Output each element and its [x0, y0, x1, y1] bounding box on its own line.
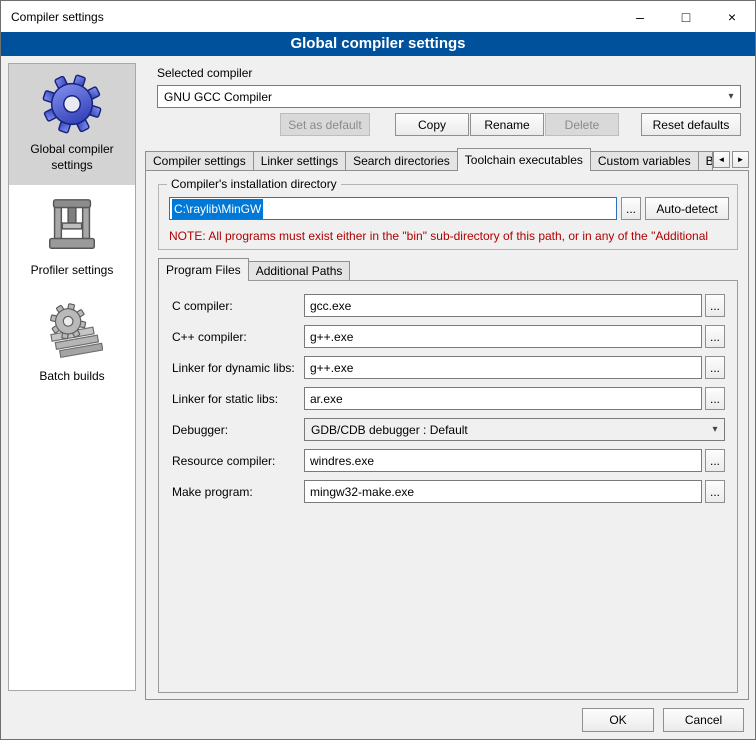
settings-category-list: Global compiler settings Profiler settin…	[8, 63, 136, 691]
cancel-button[interactable]: Cancel	[663, 708, 744, 732]
ok-button[interactable]: OK	[582, 708, 654, 732]
c-compiler-input[interactable]	[304, 294, 702, 317]
sidebar-item-profiler-settings[interactable]: Profiler settings	[9, 185, 135, 291]
tab-linker-settings[interactable]: Linker settings	[253, 151, 346, 170]
debugger-select-value: GDB/CDB debugger : Default	[305, 423, 706, 437]
set-as-default-button: Set as default	[280, 113, 370, 136]
sidebar-item-label: Profiler settings	[31, 263, 114, 279]
installation-directory-group: Compiler's installation directory C:\ray…	[158, 184, 738, 250]
debugger-label: Debugger:	[172, 423, 304, 437]
chevron-down-icon: ▾	[722, 91, 740, 102]
maximize-button[interactable]: □	[663, 1, 709, 32]
minimize-button[interactable]: –	[617, 1, 663, 32]
program-tabs: Program Files Additional Paths	[158, 260, 350, 280]
dynamic-linker-label: Linker for dynamic libs:	[172, 361, 304, 375]
tab-additional-paths[interactable]: Additional Paths	[248, 261, 351, 280]
make-program-browse-button[interactable]: ...	[705, 480, 725, 503]
toolchain-executables-panel: Compiler's installation directory C:\ray…	[145, 170, 749, 700]
dynamic-linker-browse-button[interactable]: ...	[705, 356, 725, 379]
program-files-panel: C compiler: ... C++ compiler: ... Linker…	[158, 280, 738, 693]
tab-scroll-left-button[interactable]: ◄	[713, 151, 730, 168]
chevron-down-icon: ▾	[706, 424, 724, 435]
dynamic-linker-input[interactable]	[304, 356, 702, 379]
make-program-label: Make program:	[172, 485, 304, 499]
cpp-compiler-label: C++ compiler:	[172, 330, 304, 344]
tab-build-options[interactable]: Build	[698, 151, 713, 170]
compiler-select[interactable]: GNU GCC Compiler ▾	[157, 85, 741, 108]
compiler-buttons-row: Set as default Copy Rename Delete Reset …	[157, 113, 741, 136]
resource-compiler-browse-button[interactable]: ...	[705, 449, 725, 472]
tab-search-directories[interactable]: Search directories	[345, 151, 458, 170]
compiler-tabs: Compiler settings Linker settings Search…	[145, 148, 749, 170]
c-compiler-label: C compiler:	[172, 299, 304, 313]
tab-scroll-controls: ◄ ►	[713, 151, 749, 168]
window-controls: – □ ×	[617, 1, 755, 32]
installation-directory-row: C:\raylib\MinGW ... Auto-detect	[169, 197, 729, 220]
titlebar: Compiler settings – □ ×	[1, 1, 755, 32]
resource-compiler-label: Resource compiler:	[172, 454, 304, 468]
reset-defaults-button[interactable]: Reset defaults	[641, 113, 741, 136]
form-row: C compiler: ...	[172, 294, 725, 317]
rename-button[interactable]: Rename	[470, 113, 544, 136]
install-dir-value: C:\raylib\MinGW	[172, 199, 263, 219]
page-title: Global compiler settings	[1, 32, 755, 56]
tab-custom-variables[interactable]: Custom variables	[590, 151, 699, 170]
static-linker-input[interactable]	[304, 387, 702, 410]
form-row: Resource compiler: ...	[172, 449, 725, 472]
cpp-compiler-input[interactable]	[304, 325, 702, 348]
sidebar-item-label: Batch builds	[39, 369, 104, 385]
close-button[interactable]: ×	[709, 1, 755, 32]
selected-compiler-label: Selected compiler	[157, 66, 252, 80]
gray-gear-stack-icon	[41, 300, 103, 362]
compiler-settings-window: Compiler settings – □ × Global compiler …	[0, 0, 756, 740]
form-row: Make program: ...	[172, 480, 725, 503]
form-row: Debugger: GDB/CDB debugger : Default ▾	[172, 418, 725, 441]
install-dir-browse-button[interactable]: ...	[621, 197, 641, 220]
window-title: Compiler settings	[1, 10, 104, 24]
c-compiler-browse-button[interactable]: ...	[705, 294, 725, 317]
make-program-input[interactable]	[304, 480, 702, 503]
delete-button: Delete	[545, 113, 619, 136]
resource-compiler-input[interactable]	[304, 449, 702, 472]
sidebar-item-label: Global compiler settings	[12, 142, 132, 173]
bin-subdirectory-note: NOTE: All programs must exist either in …	[169, 229, 737, 243]
tab-toolchain-executables[interactable]: Toolchain executables	[457, 148, 591, 171]
sidebar-item-global-compiler-settings[interactable]: Global compiler settings	[9, 64, 135, 185]
static-linker-browse-button[interactable]: ...	[705, 387, 725, 410]
form-row: Linker for dynamic libs: ...	[172, 356, 725, 379]
form-row: Linker for static libs: ...	[172, 387, 725, 410]
tab-compiler-settings[interactable]: Compiler settings	[145, 151, 254, 170]
static-linker-label: Linker for static libs:	[172, 392, 304, 406]
cpp-compiler-browse-button[interactable]: ...	[705, 325, 725, 348]
tab-scroll-right-button[interactable]: ►	[732, 151, 749, 168]
install-dir-input[interactable]: C:\raylib\MinGW	[169, 197, 617, 220]
sidebar-item-batch-builds[interactable]: Batch builds	[9, 291, 135, 397]
debugger-select[interactable]: GDB/CDB debugger : Default ▾	[304, 418, 725, 441]
blue-gear-icon	[41, 73, 103, 135]
form-row: C++ compiler: ...	[172, 325, 725, 348]
clamp-icon	[41, 194, 103, 256]
copy-button[interactable]: Copy	[395, 113, 469, 136]
installation-directory-label: Compiler's installation directory	[167, 177, 341, 191]
autodetect-button[interactable]: Auto-detect	[645, 197, 729, 220]
tab-program-files[interactable]: Program Files	[158, 258, 249, 281]
compiler-select-value: GNU GCC Compiler	[158, 90, 722, 104]
